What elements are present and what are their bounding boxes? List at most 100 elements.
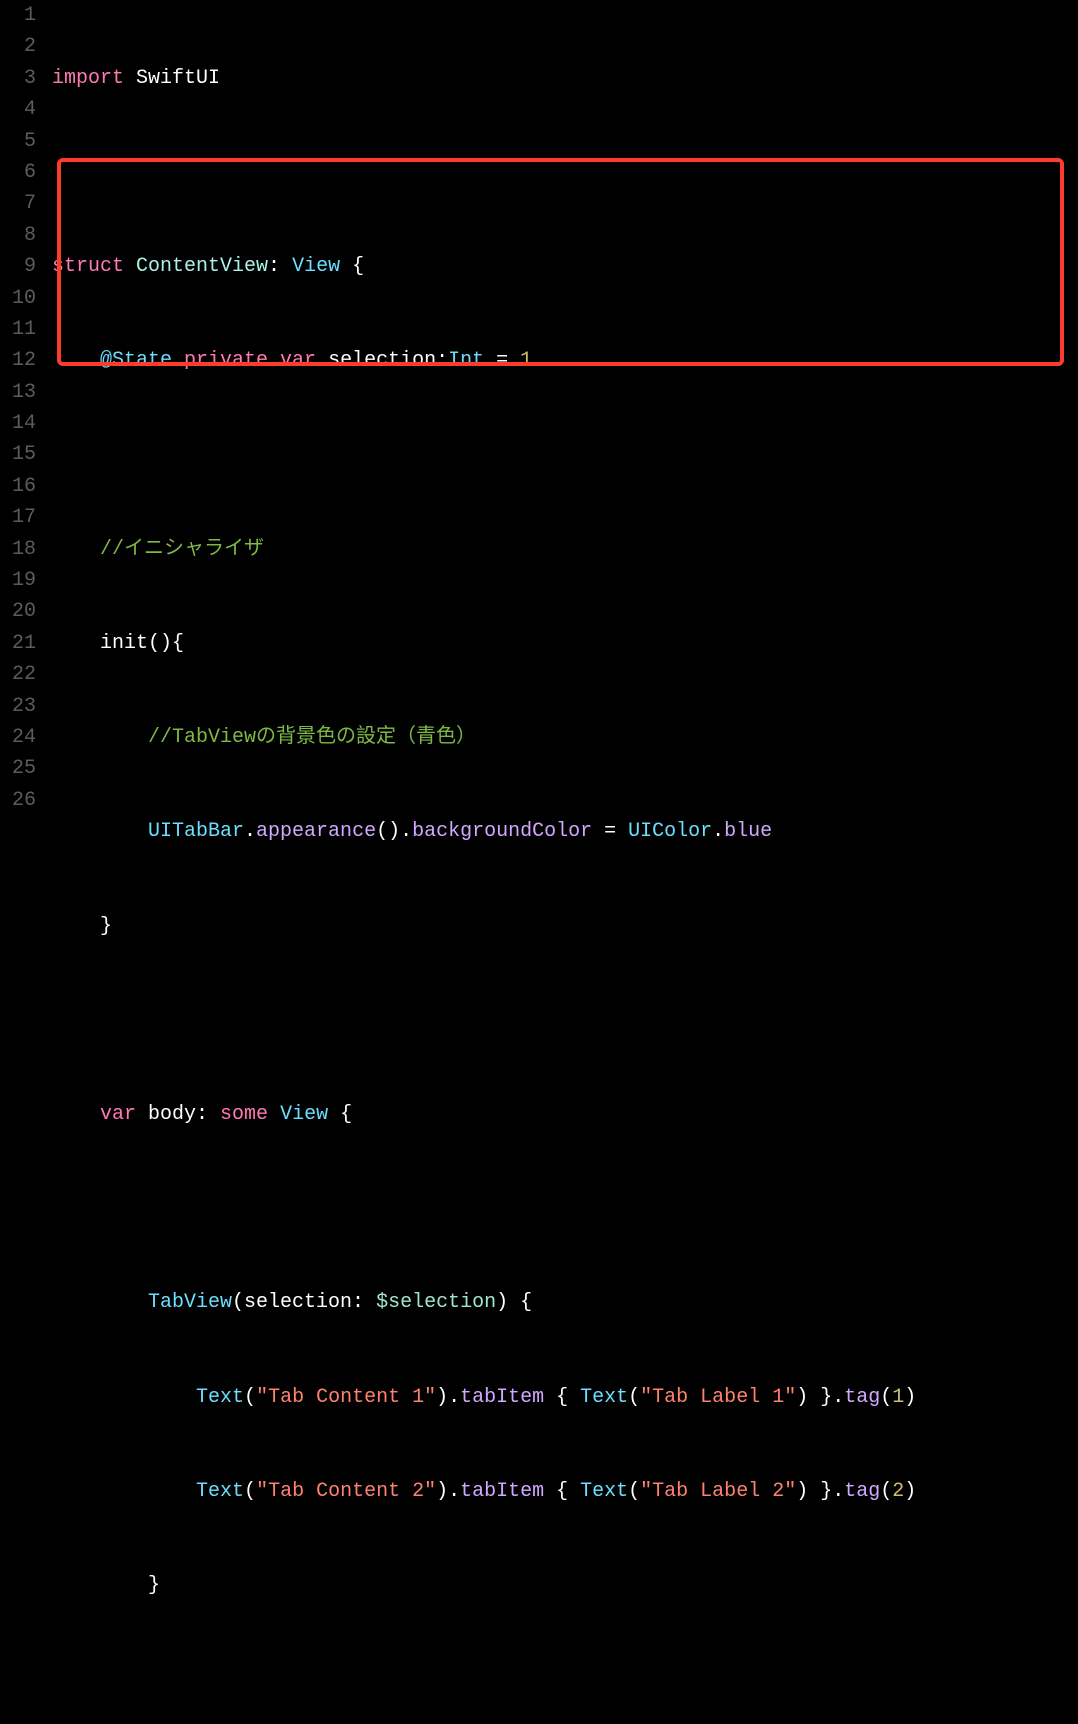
punctuation: ) }. [796, 1480, 844, 1503]
code-line: import SwiftUI [52, 63, 1078, 94]
keyword: var [100, 1103, 136, 1126]
indent [52, 726, 148, 749]
code-editor[interactable]: 1 2 3 4 5 6 7 8 9 10 11 12 13 14 15 16 1… [0, 0, 1078, 1724]
indent [52, 1103, 100, 1126]
indent [52, 915, 100, 938]
code-content[interactable]: import SwiftUI struct ContentView: View … [52, 0, 1078, 1724]
type-name: Text [580, 1480, 628, 1503]
line-number: 8 [0, 220, 36, 251]
identifier: body: [136, 1103, 220, 1126]
line-number: 25 [0, 753, 36, 784]
indent [52, 632, 100, 655]
comment: //イニシャライザ [100, 538, 264, 561]
attribute: @State [100, 349, 172, 372]
code-line: @State private var selection:Int = 1 [52, 345, 1078, 376]
indent [52, 538, 100, 561]
method-call: appearance [256, 820, 376, 843]
code-line: //TabViewの背景色の設定（青色） [52, 722, 1078, 753]
method-call: tabItem [460, 1480, 544, 1503]
type-name: Text [580, 1386, 628, 1409]
string-literal: "Tab Content 2" [256, 1480, 436, 1503]
line-number: 9 [0, 251, 36, 282]
line-number: 13 [0, 377, 36, 408]
punctuation: ( [244, 1386, 256, 1409]
code-line: struct ContentView: View { [52, 251, 1078, 282]
punctuation: ( [628, 1386, 640, 1409]
line-number: 15 [0, 439, 36, 470]
identifier: init [100, 632, 148, 655]
punctuation: { [544, 1480, 580, 1503]
code-line [52, 157, 1078, 188]
line-number: 7 [0, 188, 36, 219]
code-line [52, 1193, 1078, 1224]
line-number: 2 [0, 31, 36, 62]
number-literal: 1 [520, 349, 532, 372]
punctuation: ( [628, 1480, 640, 1503]
code-line [52, 1005, 1078, 1036]
type-name: ContentView [124, 255, 268, 278]
punctuation: ( [244, 1480, 256, 1503]
punctuation: ). [436, 1386, 460, 1409]
operator: = [484, 349, 520, 372]
line-number: 12 [0, 345, 36, 376]
line-number: 20 [0, 596, 36, 627]
string-literal: "Tab Label 1" [640, 1386, 796, 1409]
punctuation: } [148, 1574, 160, 1597]
line-number: 24 [0, 722, 36, 753]
indent [52, 349, 100, 372]
line-number-gutter: 1 2 3 4 5 6 7 8 9 10 11 12 13 14 15 16 1… [0, 0, 52, 1724]
line-number: 14 [0, 408, 36, 439]
punctuation: ) { [496, 1291, 532, 1314]
identifier: selection: [316, 349, 448, 372]
line-number: 11 [0, 314, 36, 345]
code-line: UITabBar.appearance().backgroundColor = … [52, 816, 1078, 847]
line-number: 16 [0, 471, 36, 502]
indent [52, 1574, 148, 1597]
string-literal: "Tab Content 1" [256, 1386, 436, 1409]
punctuation: { [328, 1103, 352, 1126]
punctuation: ( [880, 1480, 892, 1503]
type-name: View [292, 255, 340, 278]
punctuation: { [544, 1386, 580, 1409]
indent [52, 1386, 196, 1409]
property: blue [724, 820, 772, 843]
operator: = [592, 820, 628, 843]
number-literal: 2 [892, 1480, 904, 1503]
keyword: import [52, 67, 124, 90]
keyword: some [220, 1103, 268, 1126]
punctuation: ( [880, 1386, 892, 1409]
punctuation: (){ [148, 632, 184, 655]
type-name: Text [196, 1386, 244, 1409]
punctuation: { [340, 255, 364, 278]
type-name: UITabBar [148, 820, 244, 843]
line-number: 5 [0, 126, 36, 157]
line-number: 26 [0, 785, 36, 816]
punctuation: (). [376, 820, 412, 843]
line-number: 6 [0, 157, 36, 188]
indent [52, 1291, 148, 1314]
punctuation: } [100, 915, 112, 938]
punctuation: ) }. [796, 1386, 844, 1409]
line-number: 23 [0, 691, 36, 722]
code-line: Text("Tab Content 2").tabItem { Text("Ta… [52, 1476, 1078, 1507]
code-line: } [52, 911, 1078, 942]
binding: $selection [376, 1291, 496, 1314]
punctuation: . [712, 820, 724, 843]
code-line: init(){ [52, 628, 1078, 659]
punctuation: ) [904, 1386, 916, 1409]
code-line: } [52, 1570, 1078, 1601]
code-line: Text("Tab Content 1").tabItem { Text("Ta… [52, 1382, 1078, 1413]
punctuation: ) [904, 1480, 916, 1503]
keyword: struct [52, 255, 124, 278]
code-line [52, 440, 1078, 471]
line-number: 18 [0, 534, 36, 565]
code-line [52, 1664, 1078, 1695]
number-literal: 1 [892, 1386, 904, 1409]
code-line: var body: some View { [52, 1099, 1078, 1130]
string-literal: "Tab Label 2" [640, 1480, 796, 1503]
line-number: 17 [0, 502, 36, 533]
code-line: //イニシャライザ [52, 534, 1078, 565]
comment: //TabViewの背景色の設定（青色） [148, 726, 476, 749]
method-call: tag [844, 1480, 880, 1503]
line-number: 4 [0, 94, 36, 125]
